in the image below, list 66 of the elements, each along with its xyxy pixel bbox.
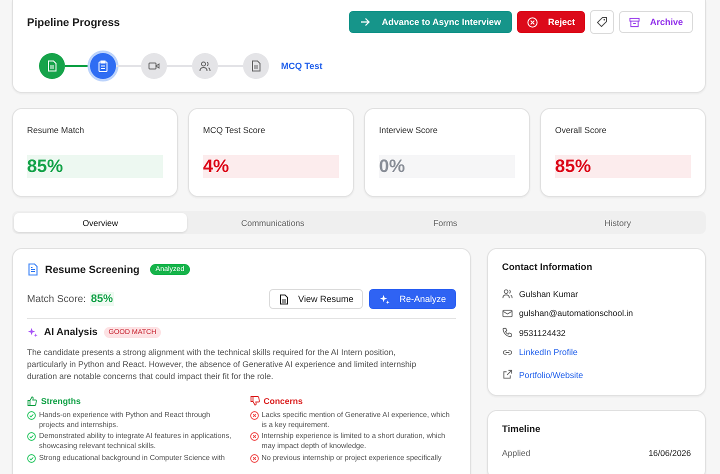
score-label: MCQ Test Score	[203, 125, 266, 135]
card-title: Pipeline Progress	[27, 16, 121, 28]
re-analyze-button[interactable]: Re-Analyze	[369, 289, 456, 309]
thumbs-up-icon	[27, 396, 37, 406]
section-title: Resume Screening	[45, 264, 140, 276]
list-heading: Concerns	[264, 396, 303, 406]
x-circle-icon	[250, 411, 258, 420]
mail-icon	[502, 308, 513, 319]
current-stage-label: MCQ Test	[281, 61, 322, 71]
tag-button[interactable]	[590, 10, 614, 34]
close-circle-icon	[526, 16, 538, 28]
score-label: Resume Match	[27, 125, 86, 135]
external-link-icon	[502, 369, 513, 380]
reject-button[interactable]: Reject	[516, 11, 585, 33]
pipeline-step[interactable]	[192, 53, 218, 79]
score-value: 0%	[379, 155, 515, 178]
document-icon	[250, 60, 262, 72]
tab[interactable]: Overview	[14, 213, 186, 232]
document-icon	[46, 60, 58, 72]
clipboard-icon	[97, 60, 109, 72]
check-circle-icon	[27, 454, 36, 463]
arrow-right-icon	[360, 17, 370, 27]
advance-button[interactable]: Advance to Async Interview	[348, 11, 512, 33]
score-value: 85%	[27, 155, 163, 178]
pipeline-step[interactable]	[141, 53, 167, 79]
x-circle-icon	[250, 454, 258, 463]
people-icon	[502, 288, 513, 300]
card-title: Contact Information	[502, 262, 594, 273]
contact-text: 9531124432	[519, 328, 566, 338]
x-circle-icon	[250, 432, 258, 442]
timeline-date: 16/06/2026	[648, 448, 691, 458]
tab[interactable]: Forms	[359, 213, 532, 232]
archive-icon	[628, 16, 640, 28]
tag-icon	[596, 16, 608, 28]
contact-text: gulshan@automationschool.in	[519, 308, 634, 318]
pipeline-step[interactable]	[90, 53, 116, 79]
document-icon	[27, 263, 39, 276]
tab[interactable]: History	[532, 213, 704, 232]
thumbs-down-icon	[250, 396, 260, 406]
phone-icon	[502, 327, 513, 338]
card-title: Timeline	[502, 424, 542, 434]
match-score-value: 85%	[90, 292, 114, 306]
pipeline-step[interactable]	[243, 53, 269, 79]
contact-link[interactable]: Portfolio/Website	[519, 370, 584, 380]
analysis-title: AI Analysis	[44, 327, 98, 338]
sparkles-icon	[27, 327, 38, 338]
analysis-summary: The candidate presents a strong alignment with the technical skills required for the AI Intern position, particularly in Python and React. However, the absence of Generative AI experience and limited internship duration are notable concerns that could impact their fit for the role.	[27, 346, 418, 382]
list-heading: Strengths	[41, 396, 81, 406]
tab[interactable]: Communications	[186, 213, 359, 232]
score-value: 4%	[203, 155, 339, 178]
score-label: Interview Score	[379, 125, 439, 135]
score-label: Overall Score	[555, 125, 608, 135]
archive-button[interactable]: Archive	[618, 11, 693, 33]
sparkles-icon	[379, 294, 390, 304]
people-icon	[199, 60, 211, 72]
score-value: 85%	[555, 155, 691, 178]
view-resume-button[interactable]: View Resume	[269, 289, 364, 309]
document-icon	[279, 294, 290, 304]
pipeline-step[interactable]	[39, 53, 65, 79]
check-circle-icon	[27, 432, 36, 442]
contact-link[interactable]: LinkedIn Profile	[519, 347, 578, 358]
contact-text: Gulshan Kumar	[519, 288, 578, 299]
timeline-label: Applied	[502, 448, 530, 458]
match-score-label: Match Score:	[27, 294, 86, 304]
check-circle-icon	[27, 411, 36, 420]
video-camera-icon	[148, 60, 160, 72]
